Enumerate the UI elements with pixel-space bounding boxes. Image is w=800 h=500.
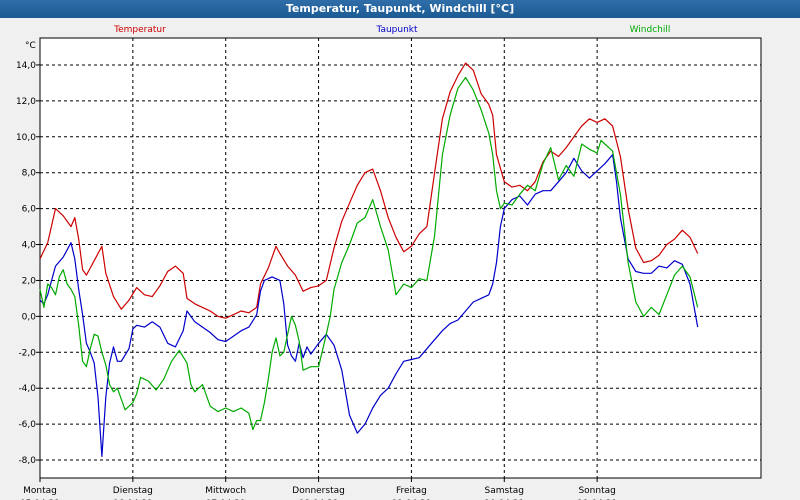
plot-background bbox=[39, 37, 762, 479]
y-axis: 14,0 12,0 10,0 8,0 6,0 4,0 2,0 0,0 -2,0 -4,0 -6,0 -… bbox=[16, 61, 40, 466]
y-tick-label: 0,0 bbox=[22, 312, 37, 322]
y-tick-label: -6,0 bbox=[18, 420, 36, 430]
y-tick-label: -8,0 bbox=[18, 456, 36, 466]
y-tick-label: -2,0 bbox=[18, 348, 36, 358]
line-chart: 14,0 12,0 10,0 8,0 6,0 4,0 2,0 0,0 -2,0 -4,0 -6,0 -… bbox=[16, 25, 762, 500]
y-tick-label: 6,0 bbox=[22, 205, 37, 215]
x-tick-label-day: Freitag bbox=[396, 486, 427, 496]
x-tick-label-day: Dienstag bbox=[113, 486, 153, 496]
y-tick-label: 8,0 bbox=[22, 169, 37, 179]
y-tick-label: 14,0 bbox=[16, 61, 36, 71]
x-tick-label-day: Montag bbox=[23, 486, 57, 496]
y-axis-label: °C bbox=[25, 41, 36, 51]
x-tick-label-day: Sonntag bbox=[578, 486, 615, 496]
y-tick-label: 10,0 bbox=[16, 133, 36, 143]
x-tick-label-day: Donnerstag bbox=[292, 486, 345, 496]
x-tick-label-day: Samstag bbox=[485, 486, 524, 496]
x-tick-label-day: Mittwoch bbox=[205, 486, 246, 496]
y-tick-label: 4,0 bbox=[22, 241, 37, 251]
legend-entry-temperatur: Temperatur bbox=[113, 25, 166, 35]
x-axis: Montag05.04.21Dienstag06.04.21Mittwoch07… bbox=[20, 478, 617, 500]
y-tick-label: 12,0 bbox=[16, 97, 36, 107]
legend: Temperatur Taupunkt Windchill bbox=[113, 25, 670, 35]
window-title: Temperatur, Taupunkt, Windchill [°C] bbox=[0, 0, 800, 18]
legend-entry-windchill: Windchill bbox=[630, 25, 671, 35]
y-tick-label: 2,0 bbox=[22, 276, 37, 286]
legend-entry-taupunkt: Taupunkt bbox=[375, 25, 418, 35]
y-tick-label: -4,0 bbox=[18, 384, 36, 394]
